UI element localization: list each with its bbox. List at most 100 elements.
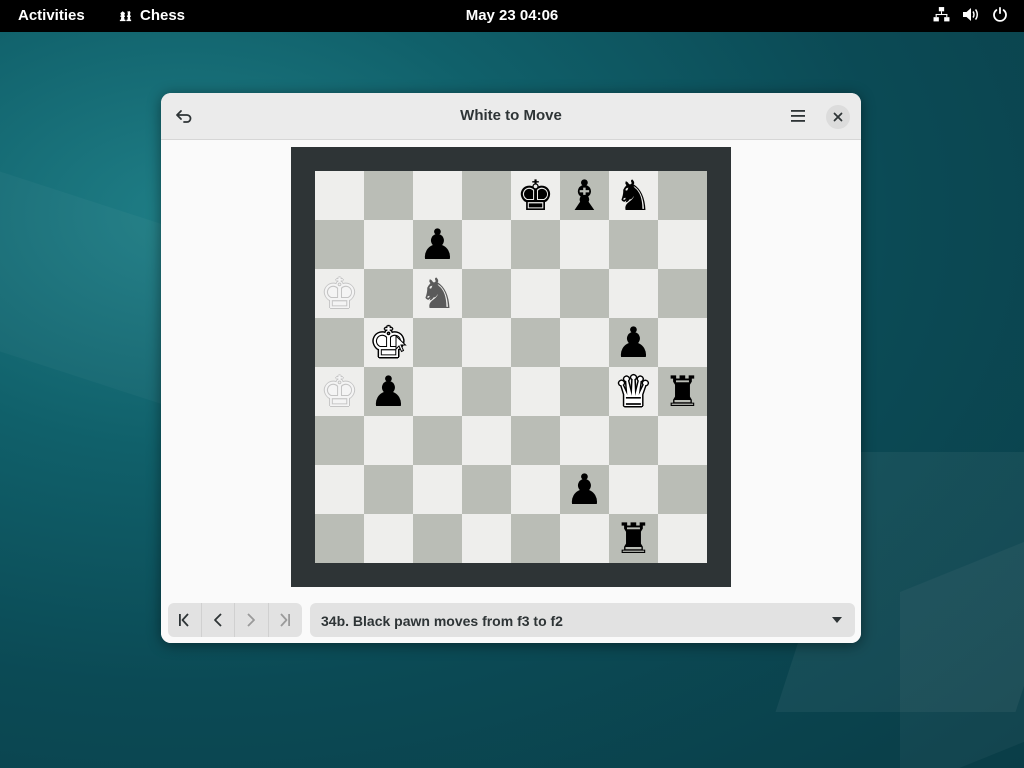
activities-button[interactable]: Activities	[18, 7, 85, 24]
square-f4[interactable]	[560, 367, 609, 416]
square-c5[interactable]	[413, 318, 462, 367]
square-b4[interactable]: ♟	[364, 367, 413, 416]
header-bar: White to Move	[161, 93, 861, 140]
black-pawn-icon[interactable]: ♟	[609, 318, 658, 367]
square-c2[interactable]	[413, 465, 462, 514]
square-a8[interactable]	[315, 171, 364, 220]
square-g5[interactable]: ♟	[609, 318, 658, 367]
square-a6[interactable]: ♚	[315, 269, 364, 318]
previous-move-button[interactable]	[202, 603, 235, 637]
square-b3[interactable]	[364, 416, 413, 465]
square-c4[interactable]	[413, 367, 462, 416]
main-menu-button[interactable]	[783, 101, 813, 131]
network-icon[interactable]	[933, 6, 950, 23]
square-g8[interactable]: ♞	[609, 171, 658, 220]
square-h5[interactable]	[658, 318, 707, 367]
black-pawn-icon[interactable]: ♟	[413, 220, 462, 269]
move-history-dropdown[interactable]: 34b. Black pawn moves from f3 to f2	[310, 603, 855, 637]
square-b5[interactable]: ♚	[364, 318, 413, 367]
square-b7[interactable]	[364, 220, 413, 269]
square-a5[interactable]	[315, 318, 364, 367]
black-king-icon[interactable]: ♚	[511, 171, 560, 220]
black-rook-icon[interactable]: ♜	[609, 514, 658, 563]
move-navigation	[168, 603, 302, 637]
square-d5[interactable]	[462, 318, 511, 367]
square-c3[interactable]	[413, 416, 462, 465]
chess-board[interactable]: ♚ ♝ ♞ ♟ ♚ ♞ ♚ ♟ ♚ ♟ ♛ ♜ ♟ ♜	[315, 171, 707, 563]
square-d3[interactable]	[462, 416, 511, 465]
square-h3[interactable]	[658, 416, 707, 465]
black-knight-icon[interactable]: ♞	[609, 171, 658, 220]
square-c8[interactable]	[413, 171, 462, 220]
square-b6[interactable]	[364, 269, 413, 318]
square-h6[interactable]	[658, 269, 707, 318]
window-title: White to Move	[460, 107, 562, 124]
system-tray[interactable]	[933, 6, 1008, 23]
square-f6[interactable]	[560, 269, 609, 318]
clock[interactable]: May 23 04:06	[466, 7, 559, 24]
square-d1[interactable]	[462, 514, 511, 563]
black-pawn-icon[interactable]: ♟	[560, 465, 609, 514]
first-move-icon	[179, 613, 189, 627]
square-h7[interactable]	[658, 220, 707, 269]
square-e3[interactable]	[511, 416, 560, 465]
square-f5[interactable]	[560, 318, 609, 367]
square-e5[interactable]	[511, 318, 560, 367]
first-move-button[interactable]	[168, 603, 202, 637]
square-b1[interactable]	[364, 514, 413, 563]
next-move-icon	[247, 613, 256, 627]
square-e6[interactable]	[511, 269, 560, 318]
square-g2[interactable]	[609, 465, 658, 514]
square-h1[interactable]	[658, 514, 707, 563]
black-pawn-icon[interactable]: ♟	[364, 367, 413, 416]
chess-board-frame: ♚ ♝ ♞ ♟ ♚ ♞ ♚ ♟ ♚ ♟ ♛ ♜ ♟ ♜	[291, 147, 731, 587]
white-queen-icon[interactable]: ♛	[609, 367, 658, 416]
square-g4[interactable]: ♛	[609, 367, 658, 416]
square-a2[interactable]	[315, 465, 364, 514]
chess-app-icon	[119, 10, 132, 22]
square-a7[interactable]	[315, 220, 364, 269]
square-e4[interactable]	[511, 367, 560, 416]
square-g6[interactable]	[609, 269, 658, 318]
square-a4[interactable]: ♚	[315, 367, 364, 416]
square-f7[interactable]	[560, 220, 609, 269]
square-d8[interactable]	[462, 171, 511, 220]
square-e8[interactable]: ♚	[511, 171, 560, 220]
square-d6[interactable]	[462, 269, 511, 318]
square-f8[interactable]: ♝	[560, 171, 609, 220]
last-move-button[interactable]	[269, 603, 303, 637]
ghost-black-knight-icon: ♞	[418, 268, 457, 318]
black-bishop-icon[interactable]: ♝	[560, 171, 609, 220]
square-h4[interactable]: ♜	[658, 367, 707, 416]
volume-icon[interactable]	[962, 6, 980, 23]
square-f1[interactable]	[560, 514, 609, 563]
square-b8[interactable]	[364, 171, 413, 220]
square-g1[interactable]: ♜	[609, 514, 658, 563]
white-king-icon[interactable]: ♚	[364, 318, 413, 367]
close-button[interactable]	[826, 105, 850, 129]
power-icon[interactable]	[992, 6, 1008, 23]
next-move-button[interactable]	[235, 603, 269, 637]
square-a3[interactable]	[315, 416, 364, 465]
square-a1[interactable]	[315, 514, 364, 563]
square-c1[interactable]	[413, 514, 462, 563]
app-menu[interactable]: Chess	[118, 7, 185, 24]
square-e7[interactable]	[511, 220, 560, 269]
square-b2[interactable]	[364, 465, 413, 514]
square-f2[interactable]: ♟	[560, 465, 609, 514]
hamburger-menu-icon	[791, 110, 805, 122]
black-rook-icon[interactable]: ♜	[658, 367, 707, 416]
square-c6[interactable]: ♞	[413, 269, 462, 318]
square-e2[interactable]	[511, 465, 560, 514]
square-h2[interactable]	[658, 465, 707, 514]
square-g3[interactable]	[609, 416, 658, 465]
square-f3[interactable]	[560, 416, 609, 465]
square-d2[interactable]	[462, 465, 511, 514]
square-d7[interactable]	[462, 220, 511, 269]
square-h8[interactable]	[658, 171, 707, 220]
square-c7[interactable]: ♟	[413, 220, 462, 269]
square-e1[interactable]	[511, 514, 560, 563]
square-g7[interactable]	[609, 220, 658, 269]
square-d4[interactable]	[462, 367, 511, 416]
close-icon	[833, 112, 843, 122]
